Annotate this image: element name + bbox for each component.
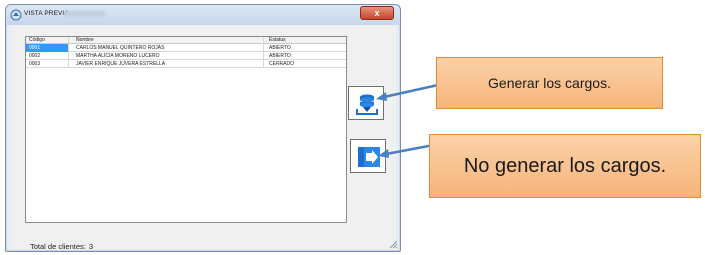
clients-grid[interactable]: Código Nombre Estatus 0001 CARLOS MANUEL… (25, 36, 347, 223)
total-clients-caption: Total de clientes: (30, 242, 86, 251)
close-button[interactable]: x (360, 6, 394, 20)
callout-arrow-exit (378, 143, 435, 158)
title-bar[interactable]: VISTA PREVIA x (6, 5, 400, 25)
cell-estatus: CERRADO (269, 61, 295, 67)
resize-grip-icon[interactable] (388, 239, 398, 249)
cell-nombre: JAVIER ENRIQUE JUVERA ESTRELLA (76, 61, 166, 67)
cell-estatus: ABIERTO (269, 53, 291, 59)
cell-codigo: 0002 (29, 53, 41, 59)
column-header-codigo[interactable]: Código (29, 37, 45, 44)
column-divider (68, 37, 69, 68)
cell-nombre: MARTHA ALICIA MORENO LUCERO (76, 53, 160, 59)
column-header-nombre[interactable]: Nombre (76, 37, 94, 44)
callout-exit: No generar los cargos. (429, 134, 701, 198)
grid-header: Código Nombre Estatus (26, 37, 346, 44)
total-clients-count: 3 (88, 242, 94, 251)
cell-estatus: ABIERTO (269, 45, 291, 51)
callout-arrow-generate (376, 83, 439, 101)
cell-codigo: 0003 (29, 61, 41, 67)
close-icon: x (374, 8, 380, 18)
preview-window: VISTA PREVIA x Código Nombre Estatus 000… (5, 4, 401, 252)
window-title: VISTA PREVIA (24, 10, 69, 17)
cell-codigo: 0001 (29, 45, 41, 51)
total-clients-label: Total de clientes: 3 (30, 242, 93, 251)
column-divider (263, 37, 264, 68)
selected-cell[interactable]: 0001 (26, 44, 68, 52)
callout-generate: Generar los cargos. (436, 57, 663, 109)
client-area: Código Nombre Estatus 0001 CARLOS MANUEL… (11, 25, 396, 251)
table-row[interactable]: 0003 JAVIER ENRIQUE JUVERA ESTRELLA CERR… (26, 60, 346, 68)
column-header-estatus[interactable]: Estatus (269, 37, 286, 44)
app-icon (10, 9, 22, 21)
cell-nombre: CARLOS MANUEL QUINTERO ROJAS (76, 45, 165, 51)
table-row[interactable]: 0002 MARTHA ALICIA MORENO LUCERO ABIERTO (26, 52, 346, 60)
title-redacted-area (64, 11, 106, 17)
table-row[interactable]: 0001 CARLOS MANUEL QUINTERO ROJAS ABIERT… (26, 44, 346, 52)
